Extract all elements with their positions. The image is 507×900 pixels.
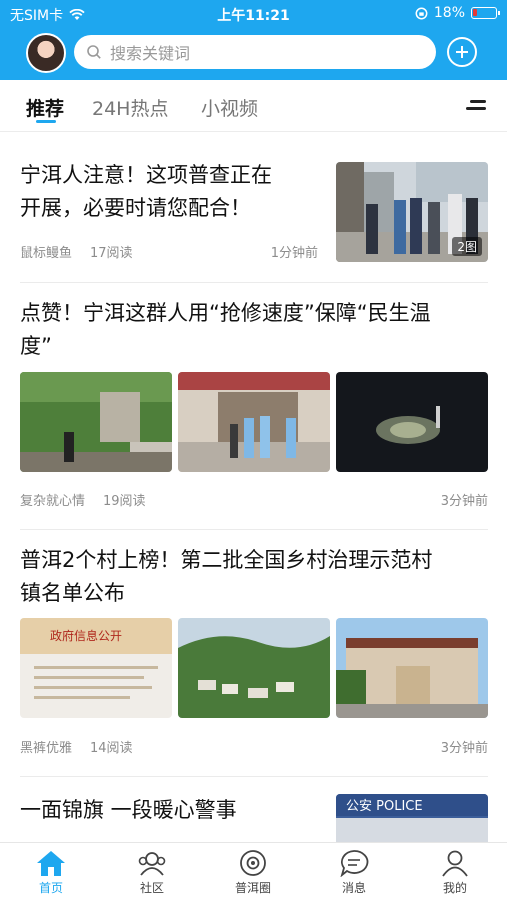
divider — [20, 529, 488, 530]
search-bar[interactable]: 搜索关键词 — [74, 35, 436, 69]
nav-messages[interactable]: 消息 — [319, 849, 389, 896]
search-icon — [87, 45, 101, 59]
article-image[interactable] — [178, 618, 330, 718]
tab-recommend[interactable]: 推荐 — [26, 94, 64, 121]
article-meta-row: 复杂就心情 19阅读 3分钟前 — [20, 490, 488, 509]
village-hills-image — [178, 618, 330, 718]
article-reads: 14阅读 — [90, 741, 133, 756]
battery-level — [473, 9, 477, 16]
article-title: 点赞！宁洱这群人用“抢修速度”保障“民生温 度” — [20, 301, 431, 358]
building-image — [336, 618, 488, 718]
channel-tabs: 推荐 24H热点 小视频 — [0, 80, 507, 132]
circle-icon — [240, 850, 266, 876]
message-icon — [340, 850, 369, 877]
battery-percent: 18% — [433, 5, 465, 21]
divider — [20, 282, 488, 283]
divider — [20, 776, 488, 777]
nav-puer-circle[interactable]: 普洱圈 — [218, 849, 288, 896]
article-image[interactable] — [178, 372, 330, 472]
article-card[interactable]: 点赞！宁洱这群人用“抢修速度”保障“民生温 度” — [20, 297, 488, 363]
article-thumbnail[interactable]: 2图 — [336, 162, 488, 262]
article-title: 宁洱人注意！这项普查正在 开展，必要时请您配合！ — [20, 163, 272, 220]
article-card[interactable]: 普洱2个村上榜！第二批全国乡村治理示范村 镇名单公布 — [20, 544, 488, 610]
article-time: 3分钟前 — [440, 741, 488, 756]
article-title: 一面锦旗 一段暖心警事 — [20, 798, 237, 822]
top-header: 无SIM卡 上午11:21 18% 搜索关键词 — [0, 0, 507, 80]
search-placeholder: 搜索关键词 — [110, 44, 191, 63]
nav-home[interactable]: 首页 — [16, 849, 86, 896]
active-tab-indicator — [36, 120, 56, 123]
add-button[interactable] — [447, 37, 477, 67]
article-source: 复杂就心情 — [20, 494, 86, 509]
article-card[interactable]: 一面锦旗 一段暖心警事 — [20, 794, 320, 827]
police-building-image: 公安 POLICE — [336, 794, 488, 842]
rotation-lock-icon — [415, 7, 428, 19]
battery-icon — [471, 7, 500, 19]
channel-menu-icon[interactable] — [466, 100, 486, 112]
article-reads: 17阅读 — [90, 246, 133, 261]
profile-icon — [442, 850, 468, 877]
tree-scene-image — [20, 372, 172, 472]
article-title: 普洱2个村上榜！第二批全国乡村治理示范村 镇名单公布 — [20, 548, 433, 605]
article-image[interactable]: 政府信息公开 — [20, 618, 172, 718]
article-image[interactable] — [336, 372, 488, 472]
bottom-nav: 首页 社区 普洱圈 消息 我的 — [0, 842, 507, 900]
avatar[interactable] — [26, 33, 66, 73]
article-image[interactable] — [20, 372, 172, 472]
image-caption-text: 公安 POLICE — [346, 799, 423, 814]
image-count-badge: 2图 — [452, 237, 482, 256]
article-time: 1分钟前 — [270, 246, 318, 261]
image-caption-text: 政府信息公开 — [50, 628, 122, 643]
government-info-image: 政府信息公开 — [20, 618, 172, 718]
community-icon — [138, 852, 166, 876]
article-time: 3分钟前 — [440, 494, 488, 509]
article-source: 黑裤优雅 — [20, 741, 73, 756]
tab-24h-hot[interactable]: 24H热点 — [92, 94, 168, 121]
article-image[interactable] — [336, 618, 488, 718]
article-source: 鼠标鳗鱼 — [20, 246, 73, 261]
status-bar: 无SIM卡 上午11:21 18% — [0, 0, 507, 28]
article-reads: 19阅读 — [103, 494, 146, 509]
status-right: 18% — [415, 5, 500, 21]
tab-short-video[interactable]: 小视频 — [201, 94, 258, 121]
article-meta-row: 鼠标鳗鱼 17阅读 1分钟前 — [20, 242, 318, 261]
home-icon — [37, 851, 65, 876]
article-thumbnail[interactable]: 公安 POLICE — [336, 794, 488, 842]
night-scene-image — [336, 372, 488, 472]
article-meta-row: 黑裤优雅 14阅读 3分钟前 — [20, 737, 488, 756]
nav-profile[interactable]: 我的 — [420, 849, 490, 896]
nav-community[interactable]: 社区 — [117, 849, 187, 896]
street-scene-image — [178, 372, 330, 472]
